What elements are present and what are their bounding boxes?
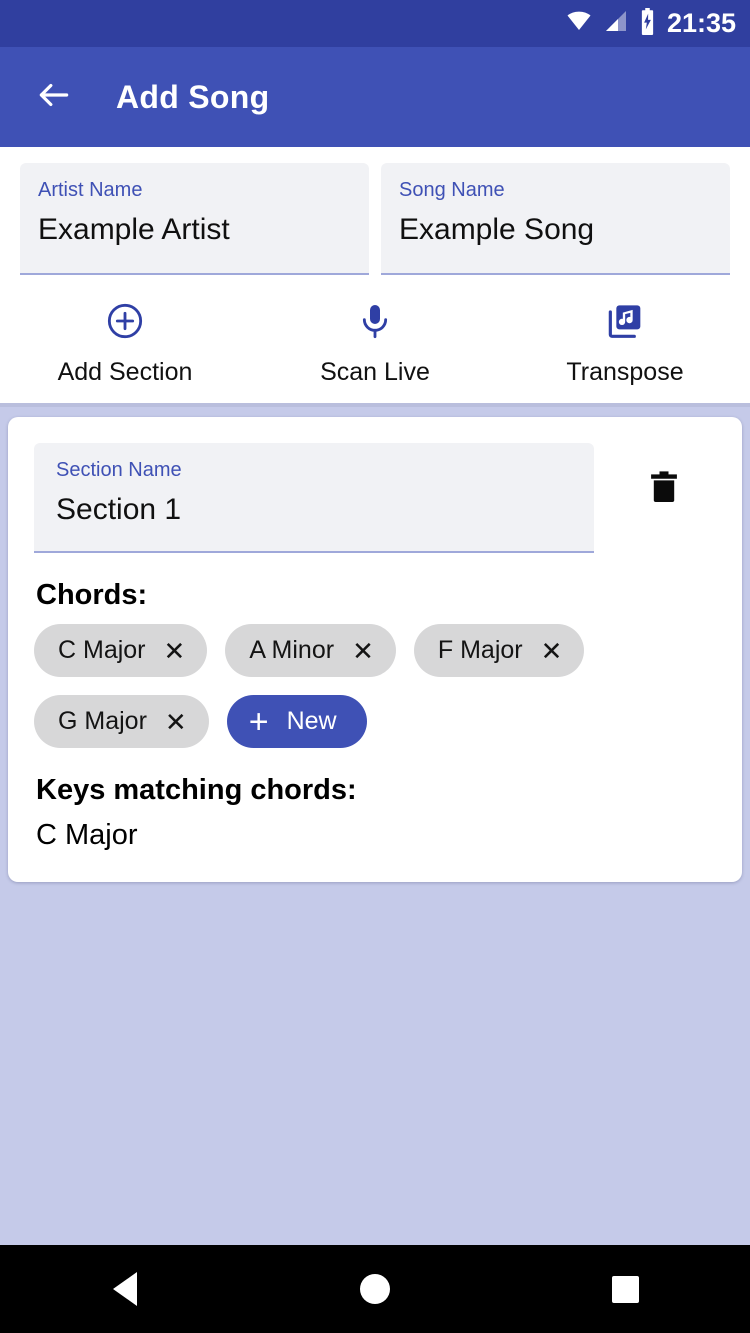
song-header-panel: Artist Name Example Artist Song Name Exa… [0, 147, 750, 407]
close-icon[interactable]: ✕ [164, 638, 186, 664]
wifi-icon [564, 9, 594, 38]
section-card: Section Name Section 1 Chords: C Major ✕… [8, 417, 742, 882]
plus-icon: + [248, 702, 269, 741]
app-screen: 21:35 Add Song Artist Name Example Artis… [0, 0, 750, 1333]
chord-chip-label: G Major [58, 707, 147, 735]
nav-recents-button[interactable] [565, 1245, 685, 1333]
song-name-label: Song Name [399, 179, 505, 201]
scan-live-button[interactable]: Scan Live [250, 299, 500, 385]
actions-row: Add Section Scan Live Transpose [0, 275, 750, 403]
status-bar: 21:35 [0, 0, 750, 47]
battery-charging-icon [638, 7, 657, 40]
chord-chip-label: F Major [437, 636, 523, 664]
song-name-value: Example Song [399, 213, 595, 246]
keys-matching-heading: Keys matching chords: [36, 774, 357, 806]
transpose-button[interactable]: Transpose [500, 299, 750, 385]
transpose-label: Transpose [566, 358, 684, 386]
chord-chip[interactable]: A Minor ✕ [225, 624, 396, 677]
song-fields-row: Artist Name Example Artist Song Name Exa… [0, 157, 750, 275]
recents-square-icon [611, 1275, 639, 1303]
song-name-field[interactable]: Song Name Example Song [381, 163, 730, 275]
section-header: Section Name Section 1 [34, 443, 716, 553]
status-bar-icons [564, 7, 657, 40]
close-icon[interactable]: ✕ [352, 638, 374, 664]
chord-chip[interactable]: F Major ✕ [413, 624, 585, 677]
nav-back-button[interactable] [65, 1245, 185, 1333]
add-section-label: Add Section [57, 358, 193, 386]
music-library-icon [605, 299, 645, 343]
android-nav-bar [0, 1245, 750, 1333]
chord-chip-label: A Minor [249, 636, 335, 664]
section-name-value: Section 1 [56, 493, 182, 526]
page-title: Add Song [116, 78, 270, 115]
section-name-label: Section Name [56, 459, 182, 481]
artist-name-label: Artist Name [38, 179, 143, 201]
chords-chip-list: C Major ✕ A Minor ✕ F Major ✕ G Major ✕ … [34, 624, 594, 748]
add-section-button[interactable]: Add Section [0, 299, 250, 385]
status-bar-clock: 21:35 [666, 8, 736, 38]
chords-heading: Chords: [36, 579, 148, 611]
artist-name-field[interactable]: Artist Name Example Artist [20, 163, 369, 275]
add-chord-label: New [286, 707, 337, 735]
chord-chip-label: C Major [58, 636, 146, 664]
back-triangle-icon [113, 1272, 137, 1306]
close-icon[interactable]: ✕ [541, 638, 563, 664]
delete-section-button[interactable] [634, 459, 694, 519]
section-name-field[interactable]: Section Name Section 1 [34, 443, 594, 553]
chord-chip[interactable]: G Major ✕ [34, 695, 209, 748]
home-circle-icon [360, 1274, 390, 1304]
close-icon[interactable]: ✕ [165, 709, 187, 735]
microphone-icon [355, 299, 395, 343]
arrow-left-icon [35, 76, 73, 119]
chord-chip[interactable]: C Major ✕ [34, 624, 208, 677]
sections-list: Section Name Section 1 Chords: C Major ✕… [0, 407, 750, 1245]
plus-circle-icon [105, 299, 145, 343]
scan-live-label: Scan Live [320, 358, 430, 386]
add-chord-button[interactable]: + New [226, 695, 367, 748]
app-bar: Add Song [0, 47, 750, 147]
nav-home-button[interactable] [315, 1245, 435, 1333]
keys-matching-value: C Major [36, 819, 138, 851]
trash-icon [646, 467, 682, 512]
back-button[interactable] [28, 71, 80, 123]
cellular-signal-icon [603, 9, 629, 38]
artist-name-value: Example Artist [38, 213, 230, 246]
